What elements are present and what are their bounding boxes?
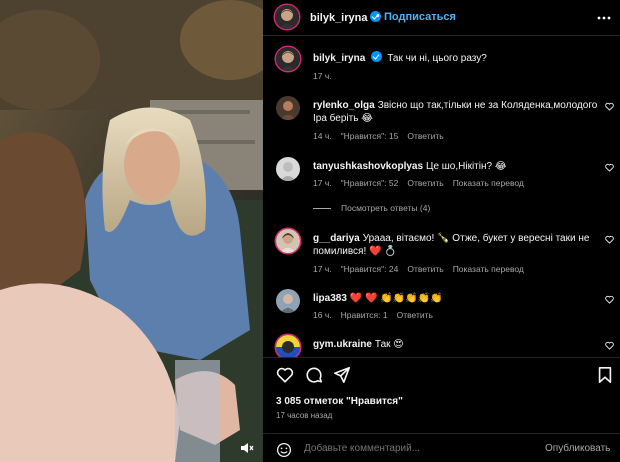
verified-icon <box>371 51 383 62</box>
comment-text: lipa383 ❤️ ❤️ 👏👏👏👏👏 <box>313 293 443 304</box>
reply-button[interactable]: Ответить <box>397 310 433 320</box>
heart-icon[interactable] <box>605 102 614 111</box>
view-replies-button[interactable]: Посмотреть ответы (4) <box>313 203 430 213</box>
posted-time: 17 часов назад <box>276 411 333 420</box>
caption-username[interactable]: bilyk_iryna <box>313 53 365 64</box>
commenter-username[interactable]: lipa383 <box>313 293 347 304</box>
commenter-avatar[interactable] <box>276 229 300 253</box>
author-username[interactable]: bilyk_iryna <box>310 11 382 24</box>
comment-meta: 17 ч. "Нравится": 52 Ответить Показать пере… <box>313 178 524 188</box>
bookmark-icon[interactable] <box>596 366 614 384</box>
translate-button[interactable]: Показать перевод <box>453 178 524 188</box>
comment-text: gym.ukraine Так 😍 <box>313 339 404 350</box>
post-panel: bilyk_iryna • Подписаться bilyk_iryna Так… <box>263 0 620 462</box>
comment-input[interactable] <box>304 443 504 454</box>
caption-time: 17 ч. <box>313 71 332 81</box>
separator-dot: • <box>376 10 380 22</box>
commenter-username[interactable]: rylenko_olga <box>313 100 375 111</box>
translate-button[interactable]: Показать перевод <box>453 264 524 274</box>
commenter-username[interactable]: g__dariya <box>313 233 360 244</box>
add-comment-row: Опубликовать <box>263 433 620 462</box>
comment-icon[interactable] <box>305 366 323 384</box>
caption-meta: 17 ч. <box>313 71 341 81</box>
likes-count[interactable]: 3 085 отметок "Нравится" <box>276 396 403 407</box>
post-header: bilyk_iryna • Подписаться <box>263 0 620 36</box>
reply-button[interactable]: Ответить <box>407 131 443 141</box>
comment-meta: 17 ч. "Нравится": 24 Ответить Показать пере… <box>313 264 524 274</box>
action-bar: 3 085 отметок "Нравится" 17 часов назад … <box>263 357 620 462</box>
heart-icon[interactable] <box>605 295 614 304</box>
more-icon[interactable] <box>597 12 611 24</box>
commenter-username[interactable]: gym.ukraine <box>313 339 372 350</box>
emoji-icon[interactable] <box>276 442 292 458</box>
comment-likes[interactable]: "Нравится": 24 <box>341 264 399 274</box>
post-photo <box>0 0 263 462</box>
caption-avatar[interactable] <box>276 47 300 71</box>
heart-icon[interactable] <box>605 341 614 350</box>
comment-text: rylenko_olga Звісно що так,тільки не за К… <box>313 100 598 124</box>
heart-icon[interactable] <box>605 235 614 244</box>
author-avatar[interactable] <box>275 5 299 29</box>
comment-meta: 14 ч. "Нравится": 15 Ответить <box>313 131 444 141</box>
commenter-username[interactable]: tanyushkashovkoplyas <box>313 161 423 172</box>
publish-button[interactable]: Опубликовать <box>545 443 610 454</box>
heart-icon[interactable] <box>605 163 614 172</box>
comment-text: tanyushkashovkoplyas Це шо,Нікітін? 😂 <box>313 161 507 172</box>
commenter-avatar[interactable] <box>276 335 300 357</box>
comments-list[interactable]: bilyk_iryna Так чи ні, цього разу? 17 ч. … <box>263 37 620 357</box>
share-icon[interactable] <box>333 366 351 384</box>
caption-text: bilyk_iryna Так чи ні, цього разу? <box>313 51 487 64</box>
comment-likes[interactable]: Нравится: 1 <box>341 310 388 320</box>
commenter-avatar[interactable] <box>276 289 300 313</box>
reply-button[interactable]: Ответить <box>407 178 443 188</box>
comment-text: g__dariya Урааа, вітаємо! 🍾 Отже, букет у… <box>313 233 590 257</box>
comment-meta: 16 ч. Нравится: 1 Ответить <box>313 310 433 320</box>
mute-icon[interactable] <box>240 442 254 454</box>
comment-likes[interactable]: "Нравится": 15 <box>341 131 399 141</box>
comment-likes[interactable]: "Нравится": 52 <box>341 178 399 188</box>
post-media[interactable] <box>0 0 263 462</box>
follow-button[interactable]: Подписаться <box>384 11 456 23</box>
heart-icon[interactable] <box>276 366 294 384</box>
commenter-avatar[interactable] <box>276 96 300 120</box>
reply-button[interactable]: Ответить <box>407 264 443 274</box>
commenter-avatar[interactable] <box>276 157 300 181</box>
